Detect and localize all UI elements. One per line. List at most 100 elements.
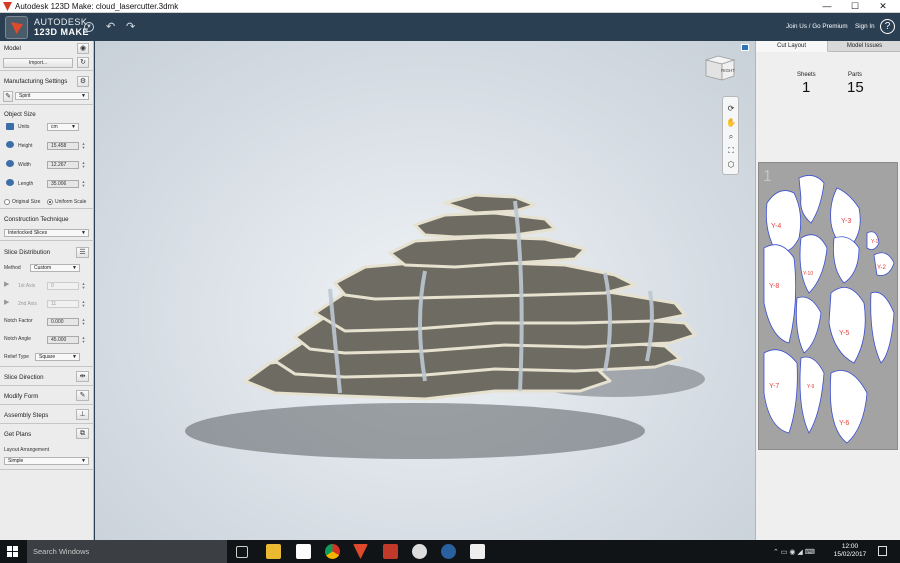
task-view-icon[interactable] <box>236 546 248 558</box>
app-menu-button[interactable]: ▼ <box>84 22 94 32</box>
clock[interactable]: 12:00 15/02/2017 <box>830 543 870 559</box>
chrome-icon[interactable] <box>325 544 340 559</box>
axis1-field[interactable]: 0 <box>47 282 79 290</box>
units-select[interactable]: cm ▼ <box>47 123 79 131</box>
relief-type-value: Square <box>39 354 56 360</box>
part-piece <box>799 356 825 434</box>
notch-angle-field[interactable]: 45.000 <box>47 336 79 344</box>
sheets-count: 1 <box>802 79 811 96</box>
assembly-section[interactable]: Assembly Steps ⊥ <box>0 405 94 424</box>
undo-icon[interactable]: ↶ <box>106 21 115 33</box>
search-text: Search Windows <box>33 547 90 556</box>
orbit-icon[interactable]: ⟳ <box>725 103 737 115</box>
solidworks-icon[interactable] <box>383 544 398 559</box>
view-cube[interactable]: RIGHT <box>704 52 736 82</box>
zoom-icon[interactable]: ⌕ <box>725 131 737 143</box>
notch-angle-stepper[interactable]: ▲ ▼ <box>81 336 86 344</box>
axis1-label: 1st Axis <box>18 283 36 289</box>
left-sidebar: Model ◉ Import... ↻ Manufacturing Settin… <box>0 41 94 540</box>
object-size-label: Object Size <box>4 111 36 118</box>
method-select[interactable]: Custom ▼ <box>30 264 80 272</box>
modify-form-section[interactable]: Modify Form ✎ <box>0 386 94 405</box>
part-label: Y-10 <box>803 271 813 277</box>
axis2-stepper[interactable]: ▲ ▼ <box>81 300 86 308</box>
file-explorer-icon[interactable] <box>266 544 281 559</box>
machine-select[interactable]: Spirit ▼ <box>15 92 89 100</box>
part-piece <box>795 296 822 354</box>
slice-direction-icon[interactable]: ⇹ <box>76 371 89 382</box>
maximize-button[interactable]: ☐ <box>841 0 869 13</box>
pan-hand-icon[interactable]: ✋ <box>725 117 737 129</box>
3d-viewport[interactable] <box>95 41 755 540</box>
width-label: Width <box>18 162 31 168</box>
slice-stack <box>243 193 697 401</box>
construction-select[interactable]: Interlocked Slices ▼ <box>4 229 89 237</box>
system-tray-icons[interactable]: ⌃ ▭ ◉ ◢ ⌨ <box>773 548 815 556</box>
construction-section: Construction Technique Interlocked Slice… <box>0 209 94 241</box>
taskbar: Search Windows ⌃ ▭ ◉ ◢ ⌨ 12:00 15/02/201… <box>0 540 900 563</box>
windows-start-icon[interactable] <box>7 546 19 558</box>
axis1-stepper[interactable]: ▲ ▼ <box>81 282 86 290</box>
slice-direction-section[interactable]: Slice Direction ⇹ <box>0 367 94 386</box>
slice-options-icon[interactable]: ☰ <box>76 247 89 258</box>
uniform-scale-radio[interactable] <box>47 199 53 205</box>
refresh-icon[interactable]: ↻ <box>77 57 89 68</box>
redo-icon[interactable]: ↷ <box>126 21 135 33</box>
app-bar: AUTODESK 123D MAKE ▼ ↶ ↷ Join Us / Go Pr… <box>0 13 900 41</box>
height-label: Height <box>18 143 33 149</box>
layout-arrangement-value: Simple <box>8 458 24 464</box>
title-bar: Autodesk 123D Make: cloud_lasercutter.3d… <box>0 0 900 13</box>
maximize-viewport-icon[interactable] <box>741 44 749 51</box>
import-button[interactable]: Import... <box>3 58 73 68</box>
fit-view-icon[interactable]: ⛶ <box>725 145 737 157</box>
eye-icon[interactable]: ◉ <box>77 43 89 54</box>
width-field[interactable]: 12.267 <box>47 161 79 169</box>
modify-form-icon[interactable]: ✎ <box>76 390 89 401</box>
app-icon[interactable] <box>412 544 427 559</box>
123d-make-icon[interactable] <box>353 544 368 559</box>
close-button[interactable]: ✕ <box>869 0 897 13</box>
relief-type-select[interactable]: Square ▼ <box>35 353 80 361</box>
sign-in-link[interactable]: Sign In <box>855 23 875 30</box>
construction-value: Interlocked Slices <box>8 230 48 236</box>
chevron-down-icon: ▼ <box>81 93 86 99</box>
home-view-icon[interactable]: ⬡ <box>725 159 737 171</box>
export-icon[interactable]: ⧉ <box>76 428 89 439</box>
window-title: Autodesk 123D Make: cloud_lasercutter.3d… <box>15 2 179 11</box>
modify-form-label: Modify Form <box>4 393 39 400</box>
original-size-radio[interactable] <box>4 199 10 205</box>
brand-product: 123D MAKE <box>34 27 90 37</box>
app-icon[interactable] <box>441 544 456 559</box>
store-icon[interactable] <box>296 544 311 559</box>
notch-factor-label: Notch Factor <box>4 318 33 324</box>
axis2-field[interactable]: 11 <box>47 300 79 308</box>
join-premium-link[interactable]: Join Us / Go Premium <box>786 23 848 30</box>
notch-factor-stepper[interactable]: ▲ ▼ <box>81 318 86 326</box>
sliced-cloud-model[interactable] <box>95 41 755 540</box>
cut-layout-sheet[interactable]: 1 Y-4 Y-3 Y-1 Y-2 Y-10 Y-8 Y-5 Y-7 Y-9 Y… <box>758 162 898 450</box>
app-icon[interactable] <box>470 544 485 559</box>
model-shadow <box>185 403 645 459</box>
uniform-scale-label: Uniform Scale <box>55 199 87 205</box>
slice-layer <box>388 235 587 269</box>
minimize-button[interactable]: — <box>813 0 841 13</box>
slice-layer <box>333 259 637 301</box>
tab-cut-layout[interactable]: Cut Layout <box>756 41 828 52</box>
assembly-icon[interactable]: ⊥ <box>76 409 89 420</box>
length-field[interactable]: 35.006 <box>47 180 79 188</box>
height-stepper[interactable]: ▲ ▼ <box>81 142 86 150</box>
part-piece <box>870 291 895 364</box>
layout-arrangement-select[interactable]: Simple ▼ <box>4 457 89 465</box>
tab-model-issues[interactable]: Model Issues <box>828 41 900 52</box>
help-icon[interactable]: ? <box>880 19 895 34</box>
height-field[interactable]: 15.458 <box>47 142 79 150</box>
assembly-label: Assembly Steps <box>4 412 49 419</box>
slice-distribution-section: Slice Distribution ☰ Method Custom ▼ ▶ 1s… <box>0 241 94 367</box>
gear-icon[interactable]: ⚙ <box>77 76 89 87</box>
notification-icon[interactable] <box>878 546 887 556</box>
length-stepper[interactable]: ▲ ▼ <box>81 180 86 188</box>
pencil-icon[interactable]: ✎ <box>3 91 13 102</box>
notch-factor-field[interactable]: 0.000 <box>47 318 79 326</box>
width-stepper[interactable]: ▲ ▼ <box>81 161 86 169</box>
part-piece <box>798 175 825 224</box>
